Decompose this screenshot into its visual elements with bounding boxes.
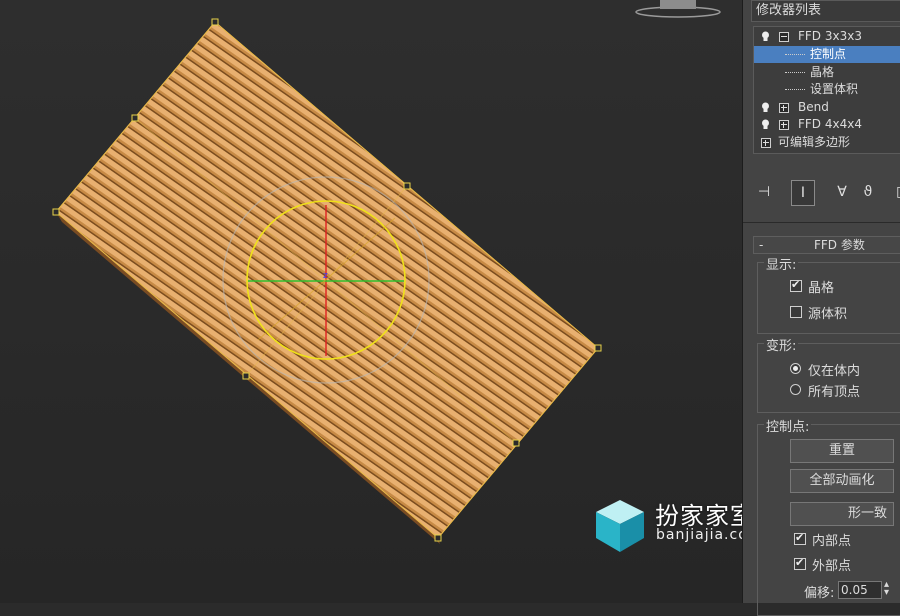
animate-all-button[interactable]: 全部动画化 [790,469,894,493]
source-volume-checkbox[interactable] [790,306,802,318]
stack-item-label: Bend [798,100,829,114]
stack-toolbar: ⊣ Ⅰ ∀ ϑ ▯ [753,180,900,208]
expand-icon[interactable] [779,103,789,113]
reset-button[interactable]: 重置 [790,439,894,463]
stack-item-ffd-4x4x4[interactable]: FFD 4x4x4 [754,116,900,133]
all-vertices-radio[interactable] [790,384,801,395]
pin-stack-icon[interactable]: ⊣ [753,180,775,204]
divider [743,222,900,223]
stack-item-label: 控制点 [810,47,847,61]
outside-points-checkbox[interactable] [794,556,806,570]
stack-item-set-volume[interactable]: 设置体积 [754,81,900,98]
stack-item-bend[interactable]: Bend [754,99,900,116]
show-end-result-icon[interactable]: Ⅰ [791,180,815,206]
viewport[interactable]: z 扮家家室内设计 banjiajia.com [0,0,829,603]
lattice-checkbox[interactable] [790,278,802,292]
stack-item-lattice[interactable]: 晶格 [754,64,900,81]
command-panel: 修改器列表 FFD 3x3x3 控制点 晶格 设置体积 Bend FFD 4x4… [742,0,900,616]
outside-points-label: 外部点 [812,559,852,574]
stack-item-editable-poly[interactable]: 可编辑多边形 [754,134,900,151]
watermark-cube-logo [596,500,644,552]
configure-sets-icon[interactable]: ▯ [889,180,900,204]
only-in-volume-label: 仅在体内 [808,364,861,379]
spinner-arrows-icon[interactable]: ▴ ▾ [884,580,889,598]
ffd-params-rollout: - FFD 参数 显示: 晶格 源体积 变形: 仅在体内 所有顶点 控制点: 重… [753,236,900,616]
viewcube[interactable] [660,0,696,9]
gizmo-z-label: z [323,271,328,281]
stack-item-ffd-3x3x3[interactable]: FFD 3x3x3 [754,28,900,45]
control-points-group-label: 控制点: [764,416,812,435]
conform-to-shape-button[interactable]: 形一致 [790,502,894,526]
stack-item-label: 晶格 [810,65,835,79]
expand-icon[interactable] [779,120,789,130]
display-group-label: 显示: [764,254,799,273]
all-vertices-label: 所有顶点 [808,385,861,400]
deform-group: 变形: 仅在体内 所有顶点 [757,335,900,413]
make-unique-icon[interactable]: ∀ [831,180,853,204]
display-group: 显示: 晶格 源体积 [757,254,900,334]
deform-group-label: 变形: [764,335,799,354]
tree-connector [785,89,805,90]
control-points-group: 控制点: 重置 全部动画化 形一致 内部点 外部点 偏移: 0.05 ▴▾ [757,416,900,616]
stack-item-control-points[interactable]: 控制点 [754,46,900,63]
lattice-label: 晶格 [808,281,835,296]
collapse-rollout-icon[interactable]: - [759,237,763,253]
stack-item-label: 设置体积 [810,82,859,96]
only-in-volume-radio[interactable] [790,363,801,374]
tree-connector [785,72,805,73]
lightbulb-icon[interactable] [761,31,770,42]
rollout-header[interactable]: - FFD 参数 [753,236,900,254]
tree-connector [785,54,805,55]
remove-modifier-icon[interactable]: ϑ [857,180,879,204]
lightbulb-icon[interactable] [761,102,770,113]
lightbulb-icon[interactable] [761,119,770,130]
source-volume-label: 源体积 [808,307,848,322]
offset-label: 偏移: [804,586,835,601]
rollout-title: FFD 参数 [814,238,865,252]
inside-points-label: 内部点 [812,534,852,549]
inside-points-checkbox[interactable] [794,531,806,545]
stack-item-label: FFD 3x3x3 [798,29,862,43]
modifier-stack[interactable]: FFD 3x3x3 控制点 晶格 设置体积 Bend FFD 4x4x4 可编辑… [753,26,900,154]
stack-item-label: FFD 4x4x4 [798,117,862,131]
expand-icon[interactable] [761,138,771,148]
offset-spinner[interactable]: 0.05 [838,581,882,599]
modifier-list-dropdown[interactable]: 修改器列表 [751,0,900,22]
collapse-icon[interactable] [779,32,789,42]
stack-item-label: 可编辑多边形 [778,135,851,149]
